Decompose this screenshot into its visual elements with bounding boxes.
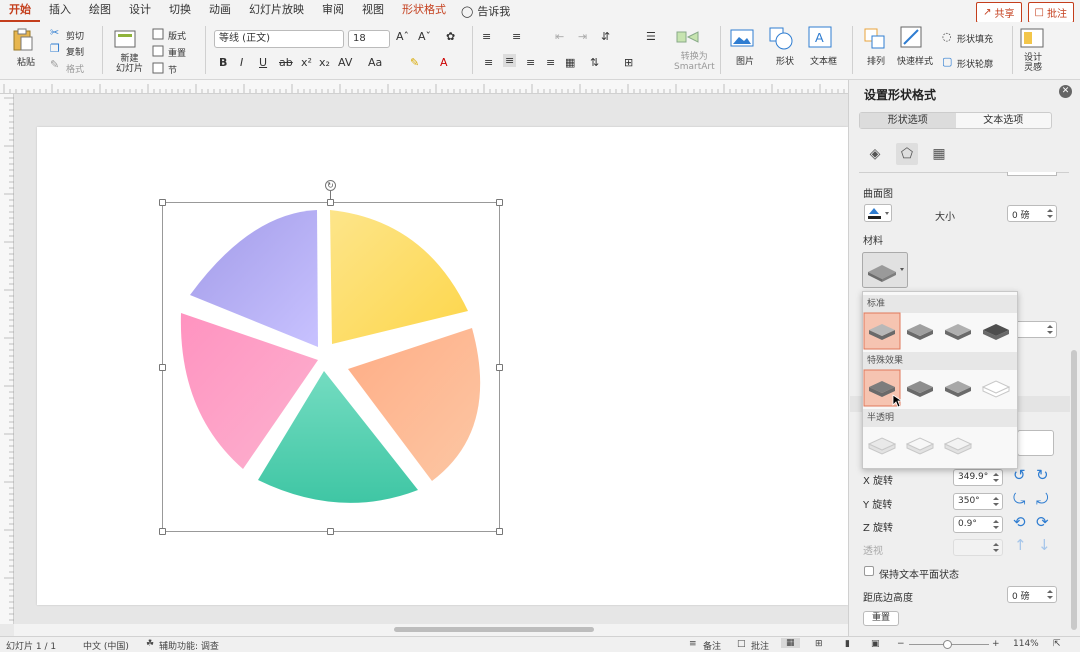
contour-label: 曲面图 (863, 189, 893, 200)
material-powder-icon[interactable] (867, 437, 897, 455)
size-properties-icon[interactable]: ▦ (928, 143, 950, 165)
material-options (863, 312, 1011, 455)
material-plastic-icon[interactable] (945, 324, 971, 340)
z-rotation-spinner[interactable]: 0.9° (953, 516, 1003, 533)
mouse-cursor (892, 394, 902, 408)
normal-view-icon[interactable]: ▦ (781, 638, 800, 648)
slide-sorter-icon[interactable]: ⊞ (815, 639, 823, 649)
shape-fill-icon[interactable]: ◌ (942, 30, 952, 43)
perspective-spinner (953, 539, 1003, 556)
resize-handle-e[interactable] (496, 364, 503, 371)
y-rotate-up-icon[interactable]: ⤿ (1013, 490, 1026, 508)
resize-handle-s[interactable] (327, 528, 334, 535)
zoom-in-icon[interactable]: + (992, 639, 1000, 649)
y-rotation-label: Y 旋转 (863, 500, 893, 511)
x-rotate-right-icon[interactable]: ↻ (1036, 466, 1049, 484)
size-spinner[interactable]: 0 磅 (1007, 205, 1057, 222)
effects-pentagon-icon[interactable]: ⬠ (896, 143, 918, 165)
material-flat-icon[interactable] (945, 381, 971, 397)
perspective-down-icon: ↓ (1038, 536, 1051, 554)
tab-shape-options[interactable]: 形状选项 (860, 113, 956, 128)
size-label: 大小 (935, 212, 955, 223)
pane-title: 设置形状格式 (864, 88, 937, 102)
accessibility-icon: ☘ (146, 639, 155, 649)
arrange-button[interactable]: 排列 (867, 54, 885, 67)
x-rotation-label: X 旋转 (863, 476, 894, 487)
share-label: 共享 (994, 9, 1015, 20)
comments-icon: □ (737, 639, 746, 649)
resize-handle-sw[interactable] (159, 528, 166, 535)
shape-outline-icon[interactable]: ▢ (942, 55, 952, 68)
keep-text-flat-checkbox[interactable] (864, 566, 874, 576)
resize-handle-n[interactable] (327, 199, 334, 206)
perspective-up-icon: ↑ (1014, 536, 1027, 554)
y-rotation-spinner[interactable]: 350° (953, 493, 1003, 510)
x-rotation-spinner[interactable]: 349.9° (953, 469, 1003, 486)
share-icon: ↗ (983, 7, 992, 18)
tab-text-options[interactable]: 文本选项 (956, 113, 1052, 128)
resize-handle-se[interactable] (496, 528, 503, 535)
slide-count: 幻灯片 1 / 1 (6, 642, 57, 652)
language-status[interactable]: 中文 (中国) (83, 639, 129, 652)
material-matte-icon[interactable] (863, 312, 901, 350)
material-clear-icon[interactable] (905, 437, 935, 455)
shape-outline-button[interactable]: 形状轮廓 (957, 57, 993, 70)
keep-text-flat-label: 保持文本平面状态 (879, 570, 959, 581)
arrange-icon[interactable] (864, 28, 886, 50)
fit-slide-icon[interactable]: ⇱ (1053, 639, 1061, 649)
selection-box (162, 202, 500, 532)
share-button[interactable]: ↗ 共享 (976, 2, 1022, 23)
distance-label: 距底边高度 (863, 593, 913, 604)
material-metal-icon[interactable] (983, 324, 1009, 340)
slideshow-icon[interactable]: ▣ (871, 639, 880, 649)
zoom-level[interactable]: 114% (1013, 639, 1039, 649)
fill-line-icon[interactable]: ◈ (864, 143, 886, 165)
material-soft-edge-icon[interactable] (907, 381, 933, 397)
reset-button[interactable]: 重置 (863, 611, 899, 626)
quick-styles-button[interactable]: 快速样式 (897, 54, 933, 67)
z-rotate-cw-icon[interactable]: ⟳ (1036, 513, 1049, 531)
comments-button[interactable]: □ 批注 (1027, 2, 1074, 23)
zoom-out-icon[interactable]: − (897, 639, 905, 649)
resize-handle-ne[interactable] (496, 199, 503, 206)
status-bar: 幻灯片 1 / 1 中文 (中国) ☘ 辅助功能: 调查 ≡ 备注 □ 批注 ▦… (0, 636, 1080, 652)
comments-label: 批注 (1047, 9, 1067, 20)
reading-view-icon[interactable]: ▮ (845, 639, 850, 649)
material-translucent-powder-icon[interactable] (943, 437, 973, 455)
distance-spinner[interactable]: 0 磅 (1007, 586, 1057, 603)
design-ideas-button[interactable]: 设计 灵感 (1024, 53, 1042, 73)
material-wireframe-icon[interactable] (981, 380, 1011, 398)
pane-scrollbar[interactable] (1071, 350, 1077, 630)
accessibility-status[interactable]: 辅助功能: 调查 (159, 639, 219, 652)
options-switch: 形状选项 文本选项 (859, 112, 1052, 129)
perspective-label: 透视 (863, 546, 883, 557)
close-icon[interactable]: ✕ (1059, 85, 1072, 98)
material-dropdown-button[interactable] (862, 252, 908, 288)
lighting-dropdown[interactable] (1017, 430, 1054, 456)
material-warm-matte-icon[interactable] (907, 324, 933, 340)
horizontal-scrollbar[interactable] (14, 624, 848, 636)
z-rotate-ccw-icon[interactable]: ⟲ (1013, 513, 1026, 531)
comments-status-button[interactable]: 批注 (751, 639, 769, 652)
shape-fill-button[interactable]: 形状填充 (957, 32, 993, 45)
rotate-handle[interactable]: ↻ (325, 180, 336, 191)
resize-handle-w[interactable] (159, 364, 166, 371)
y-rotate-down-icon[interactable]: ⤾ (1036, 490, 1049, 508)
design-ideas-icon[interactable] (1020, 26, 1044, 50)
comment-icon: □ (1034, 7, 1044, 18)
material-label: 材料 (863, 236, 883, 247)
zoom-slider-thumb[interactable] (943, 640, 952, 649)
notes-button[interactable]: 备注 (703, 639, 721, 652)
quick-styles-icon[interactable] (900, 26, 924, 50)
contour-color-button[interactable] (864, 204, 892, 222)
z-rotation-label: Z 旋转 (863, 523, 894, 534)
resize-handle-nw[interactable] (159, 199, 166, 206)
scrollbar-thumb[interactable] (394, 627, 594, 632)
notes-icon: ≡ (689, 639, 697, 649)
